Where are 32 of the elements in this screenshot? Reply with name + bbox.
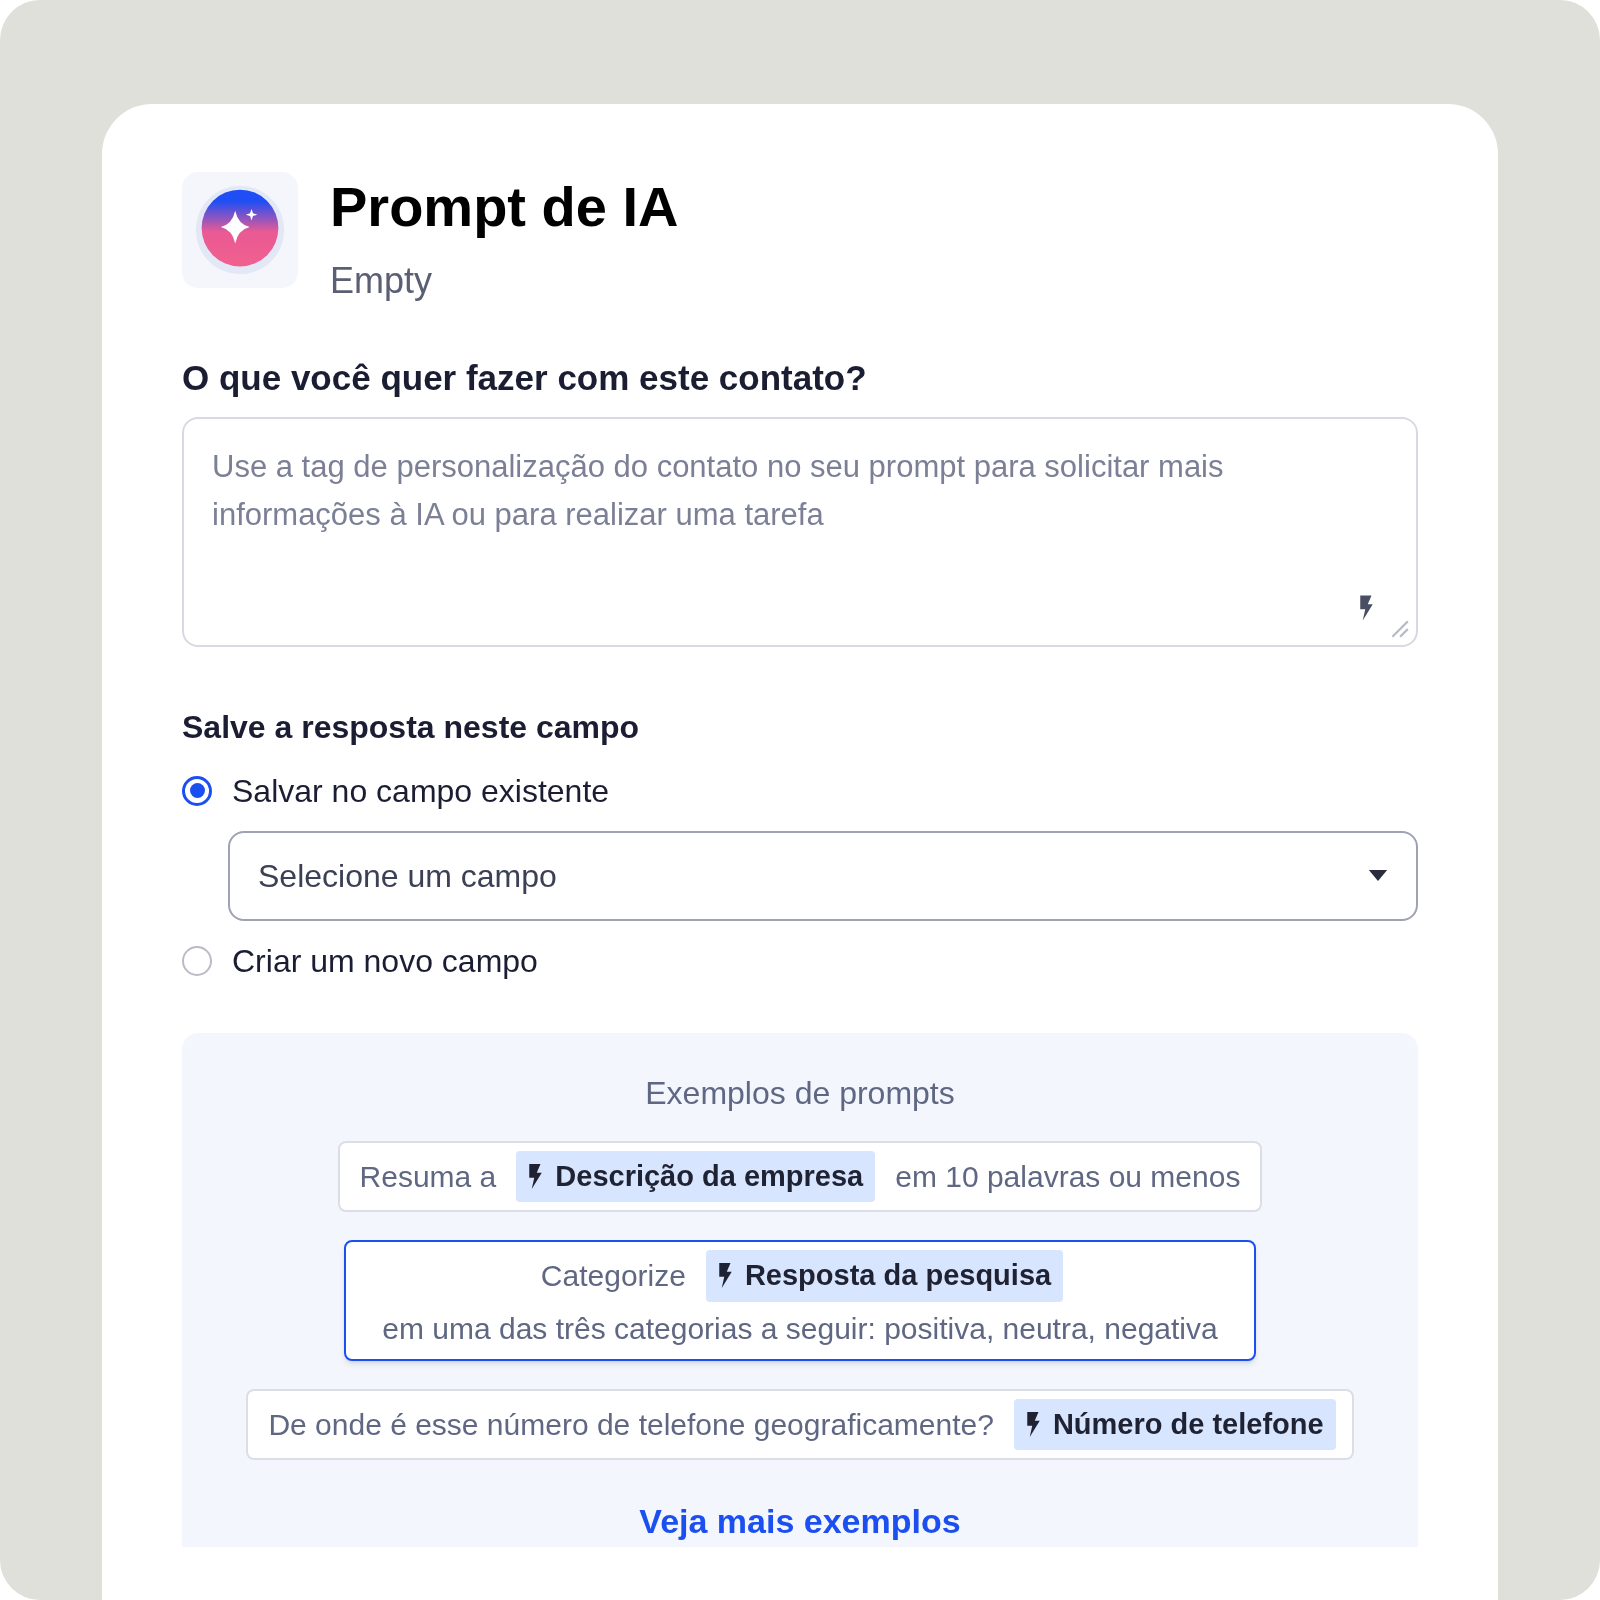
example-prompt[interactable]: Resuma a Descrição da empresa em 10 palavras ou menos (337, 1140, 1263, 1212)
example-text: em 10 palavras ou menos (894, 1158, 1242, 1195)
example-prompt[interactable]: De onde é esse número de telefone geograficamente? Número de telefone (246, 1388, 1354, 1460)
tag-label: Descrição da empresa (555, 1158, 864, 1194)
radio-button[interactable] (182, 775, 212, 806)
caret-icon (1368, 870, 1388, 881)
more-examples-link[interactable]: Veja mais exemplos (639, 1496, 961, 1547)
page-title: Prompt de IA (330, 174, 679, 240)
lightning-icon (717, 1263, 733, 1289)
prompt-label: O que você quer fazer com este contato? (182, 357, 868, 399)
field-dropdown[interactable]: Selecione um campo (228, 830, 1418, 921)
dropdown-placeholder: Selecione um campo (258, 856, 557, 896)
page-subtitle: Empty (330, 259, 434, 303)
sparkle-icon (182, 172, 298, 288)
radio-option[interactable]: Criar um novo campo (182, 936, 1418, 985)
tag-label: Número de telefone (1052, 1406, 1324, 1442)
save-label: Salve a resposta neste campo (182, 707, 641, 747)
tag-label: Resposta da pesquisa (744, 1258, 1052, 1293)
lightning-icon (1359, 594, 1374, 621)
lightning-icon (1025, 1411, 1041, 1437)
radio-option[interactable]: Salvar no campo existente (182, 766, 1418, 815)
radio-button[interactable] (182, 945, 212, 976)
example-text: Resuma a (358, 1158, 498, 1195)
examples-title: Exemplos de prompts (645, 1073, 955, 1113)
example-text: De onde é esse número de telefone geograficamente? (267, 1406, 995, 1443)
prompt-field[interactable]: Use a tag de personalização do contato no seu prompt para solicitar mais informações à IA ou para realizar uma tarefa (182, 416, 1418, 647)
example-text: em uma das três categorias a seguir: positiva, neutra, negativa (381, 1310, 1219, 1347)
radio-label: Salvar no campo existente (232, 771, 610, 811)
example-prompt[interactable]: Categorize Resposta da pesquisa em uma das três categorias a seguir: positiva, neutra, negativa (344, 1240, 1256, 1361)
example-text: Categorize (539, 1258, 687, 1295)
lightning-icon (528, 1163, 544, 1189)
radio-label: Criar um novo campo (232, 941, 538, 981)
